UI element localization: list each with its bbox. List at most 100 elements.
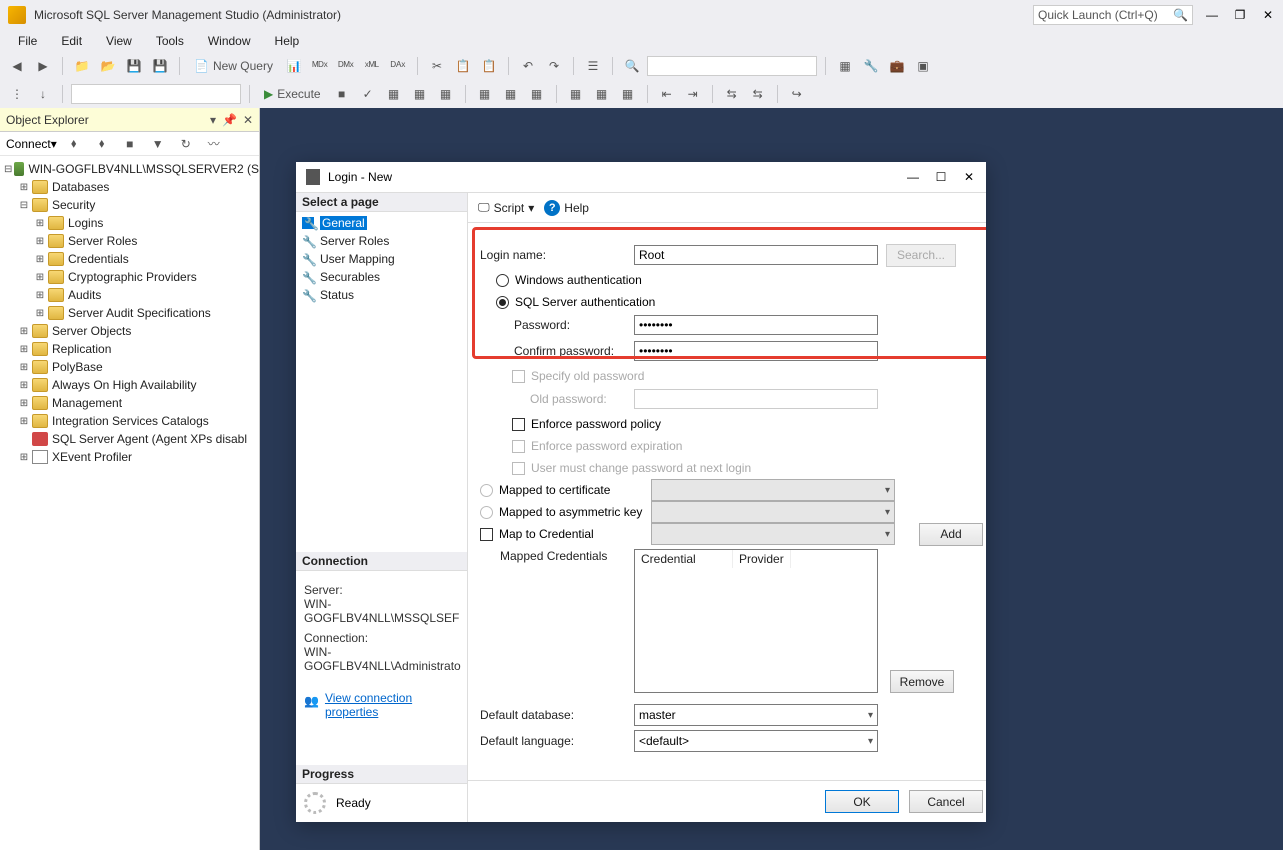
results-grid-button[interactable]: ▦ xyxy=(474,83,496,105)
tools-button[interactable]: 🔧 xyxy=(860,55,882,77)
page-general[interactable]: 🔧General xyxy=(296,214,467,232)
expand-icon[interactable]: ⊞ xyxy=(34,235,46,247)
menu-edit[interactable]: Edit xyxy=(51,32,92,50)
quick-launch-input[interactable]: Quick Launch (Ctrl+Q) 🔍 xyxy=(1033,5,1193,25)
page-server-roles[interactable]: 🔧Server Roles xyxy=(296,232,467,250)
menu-file[interactable]: File xyxy=(8,32,47,50)
toolbar2-btn2[interactable]: ↓ xyxy=(32,83,54,105)
properties-button[interactable]: ☰ xyxy=(582,55,604,77)
redo-button[interactable]: ↷ xyxy=(543,55,565,77)
cut-button[interactable]: ✂ xyxy=(426,55,448,77)
tree-logins[interactable]: ⊞Logins xyxy=(0,214,259,232)
expand-icon[interactable]: ⊞ xyxy=(18,325,30,337)
indent2-button[interactable]: ⇥ xyxy=(682,83,704,105)
expand-icon[interactable]: ⊞ xyxy=(34,271,46,283)
activity-monitor-button[interactable]: ▦ xyxy=(834,55,856,77)
find-button[interactable]: 🔍 xyxy=(621,55,643,77)
pulse-button[interactable]: 〰 xyxy=(203,133,225,155)
tree-credentials[interactable]: ⊞Credentials xyxy=(0,250,259,268)
pin-icon[interactable]: 📌 xyxy=(222,113,237,127)
open-file-button[interactable]: 📂 xyxy=(97,55,119,77)
new-query-button[interactable]: 📄 New Query xyxy=(188,55,279,77)
tree-databases[interactable]: ⊞ Databases xyxy=(0,178,259,196)
mapped-certificate-radio[interactable]: Mapped to certificate ▾ xyxy=(480,479,983,501)
comment-button[interactable]: ▦ xyxy=(565,83,587,105)
sql-auth-radio[interactable]: SQL Server authentication xyxy=(480,291,983,313)
disconnect-button[interactable]: ⬧ xyxy=(63,133,85,155)
expand-icon[interactable]: ⊞ xyxy=(18,181,30,193)
page-user-mapping[interactable]: 🔧User Mapping xyxy=(296,250,467,268)
menu-tools[interactable]: Tools xyxy=(146,32,194,50)
include-stats-button[interactable]: ▦ xyxy=(435,83,457,105)
results-text-button[interactable]: ▦ xyxy=(500,83,522,105)
db-query-button[interactable]: 📊 xyxy=(283,55,305,77)
expand-icon[interactable]: ⊞ xyxy=(18,415,30,427)
tree-always-on[interactable]: ⊞Always On High Availability xyxy=(0,376,259,394)
tree-polybase[interactable]: ⊞PolyBase xyxy=(0,358,259,376)
include-plan-button[interactable]: ▦ xyxy=(409,83,431,105)
indent-button[interactable]: ▦ xyxy=(617,83,639,105)
default-database-combo[interactable]: master ▾ xyxy=(634,704,878,726)
results-file-button[interactable]: ▦ xyxy=(526,83,548,105)
script-button[interactable]: 🖵 Script ▾ xyxy=(478,200,534,215)
undo-button[interactable]: ↶ xyxy=(517,55,539,77)
tree-server-objects[interactable]: ⊞Server Objects xyxy=(0,322,259,340)
minimize-icon[interactable]: — xyxy=(1205,8,1219,22)
collapse-icon[interactable]: ⊟ xyxy=(4,163,12,175)
tree-crypto-providers[interactable]: ⊞Cryptographic Providers xyxy=(0,268,259,286)
uncomment-button[interactable]: ▦ xyxy=(591,83,613,105)
expand-icon[interactable]: ⊞ xyxy=(34,253,46,265)
page-securables[interactable]: 🔧Securables xyxy=(296,268,467,286)
tree-management[interactable]: ⊞Management xyxy=(0,394,259,412)
login-name-input[interactable] xyxy=(634,245,878,265)
view-connection-properties-link[interactable]: View connection properties xyxy=(325,691,459,719)
database-combo[interactable] xyxy=(71,84,241,104)
tree-sql-agent[interactable]: SQL Server Agent (Agent XPs disabl xyxy=(0,430,259,448)
enforce-policy-check[interactable]: Enforce password policy xyxy=(480,413,983,435)
windows-auth-radio[interactable]: Windows authentication xyxy=(480,269,983,291)
refresh-button[interactable]: ↻ xyxy=(175,133,197,155)
new-project-button[interactable]: 📁 xyxy=(71,55,93,77)
find-combo[interactable] xyxy=(647,56,817,76)
mdx-button[interactable]: ᴹᴰˣ xyxy=(309,55,331,77)
close-icon[interactable]: ✕ xyxy=(1261,8,1275,22)
expand-icon[interactable]: ⊞ xyxy=(34,289,46,301)
stop3-button[interactable]: ■ xyxy=(119,133,141,155)
expand-icon[interactable]: ⊞ xyxy=(18,361,30,373)
tree-server-roles[interactable]: ⊞Server Roles xyxy=(0,232,259,250)
dialog-minimize-icon[interactable]: — xyxy=(906,170,920,184)
confirm-password-input[interactable] xyxy=(634,341,878,361)
menu-view[interactable]: View xyxy=(96,32,142,50)
close-panel-icon[interactable]: ✕ xyxy=(243,113,253,127)
execute-button[interactable]: ▶ Execute xyxy=(258,83,327,105)
collapse-icon[interactable]: ⊟ xyxy=(18,199,30,211)
object-explorer-button[interactable]: ▣ xyxy=(912,55,934,77)
toolbar2-btn1[interactable]: ⋮ xyxy=(6,83,28,105)
expand-icon[interactable]: ⊞ xyxy=(34,307,46,319)
dropdown-icon[interactable]: ▾ xyxy=(210,113,216,127)
paste-button[interactable]: 📋 xyxy=(478,55,500,77)
copy-button[interactable]: 📋 xyxy=(452,55,474,77)
dmx-button[interactable]: ᴰᴹˣ xyxy=(335,55,357,77)
mapped-asymmetric-radio[interactable]: Mapped to asymmetric key ▾ xyxy=(480,501,983,523)
connect-button[interactable]: Connect▾ xyxy=(6,137,57,151)
expand-icon[interactable]: ⊞ xyxy=(18,379,30,391)
forward-button[interactable]: ▶ xyxy=(32,55,54,77)
xmla-button[interactable]: ˣᴹᴸ xyxy=(361,55,383,77)
toolbar2-last-button[interactable]: ↪ xyxy=(786,83,808,105)
dialog-close-icon[interactable]: ✕ xyxy=(962,170,976,184)
page-status[interactable]: 🔧Status xyxy=(296,286,467,304)
expand-icon[interactable]: ⊞ xyxy=(34,217,46,229)
password-input[interactable] xyxy=(634,315,878,335)
add-button[interactable]: Add xyxy=(919,523,983,546)
tree-server-audit-specs[interactable]: ⊞Server Audit Specifications xyxy=(0,304,259,322)
expand-icon[interactable]: ⊞ xyxy=(18,343,30,355)
tree-security[interactable]: ⊟ Security xyxy=(0,196,259,214)
menu-help[interactable]: Help xyxy=(265,32,310,50)
stop-button[interactable]: ■ xyxy=(331,83,353,105)
parse-button[interactable]: ✓ xyxy=(357,83,379,105)
tree-root[interactable]: ⊟ WIN-GOGFLBV4NLL\MSSQLSERVER2 (S xyxy=(0,160,259,178)
ok-button[interactable]: OK xyxy=(825,790,899,813)
help-button[interactable]: ? Help xyxy=(544,200,589,216)
specify-values-button[interactable]: ⇆ xyxy=(721,83,743,105)
